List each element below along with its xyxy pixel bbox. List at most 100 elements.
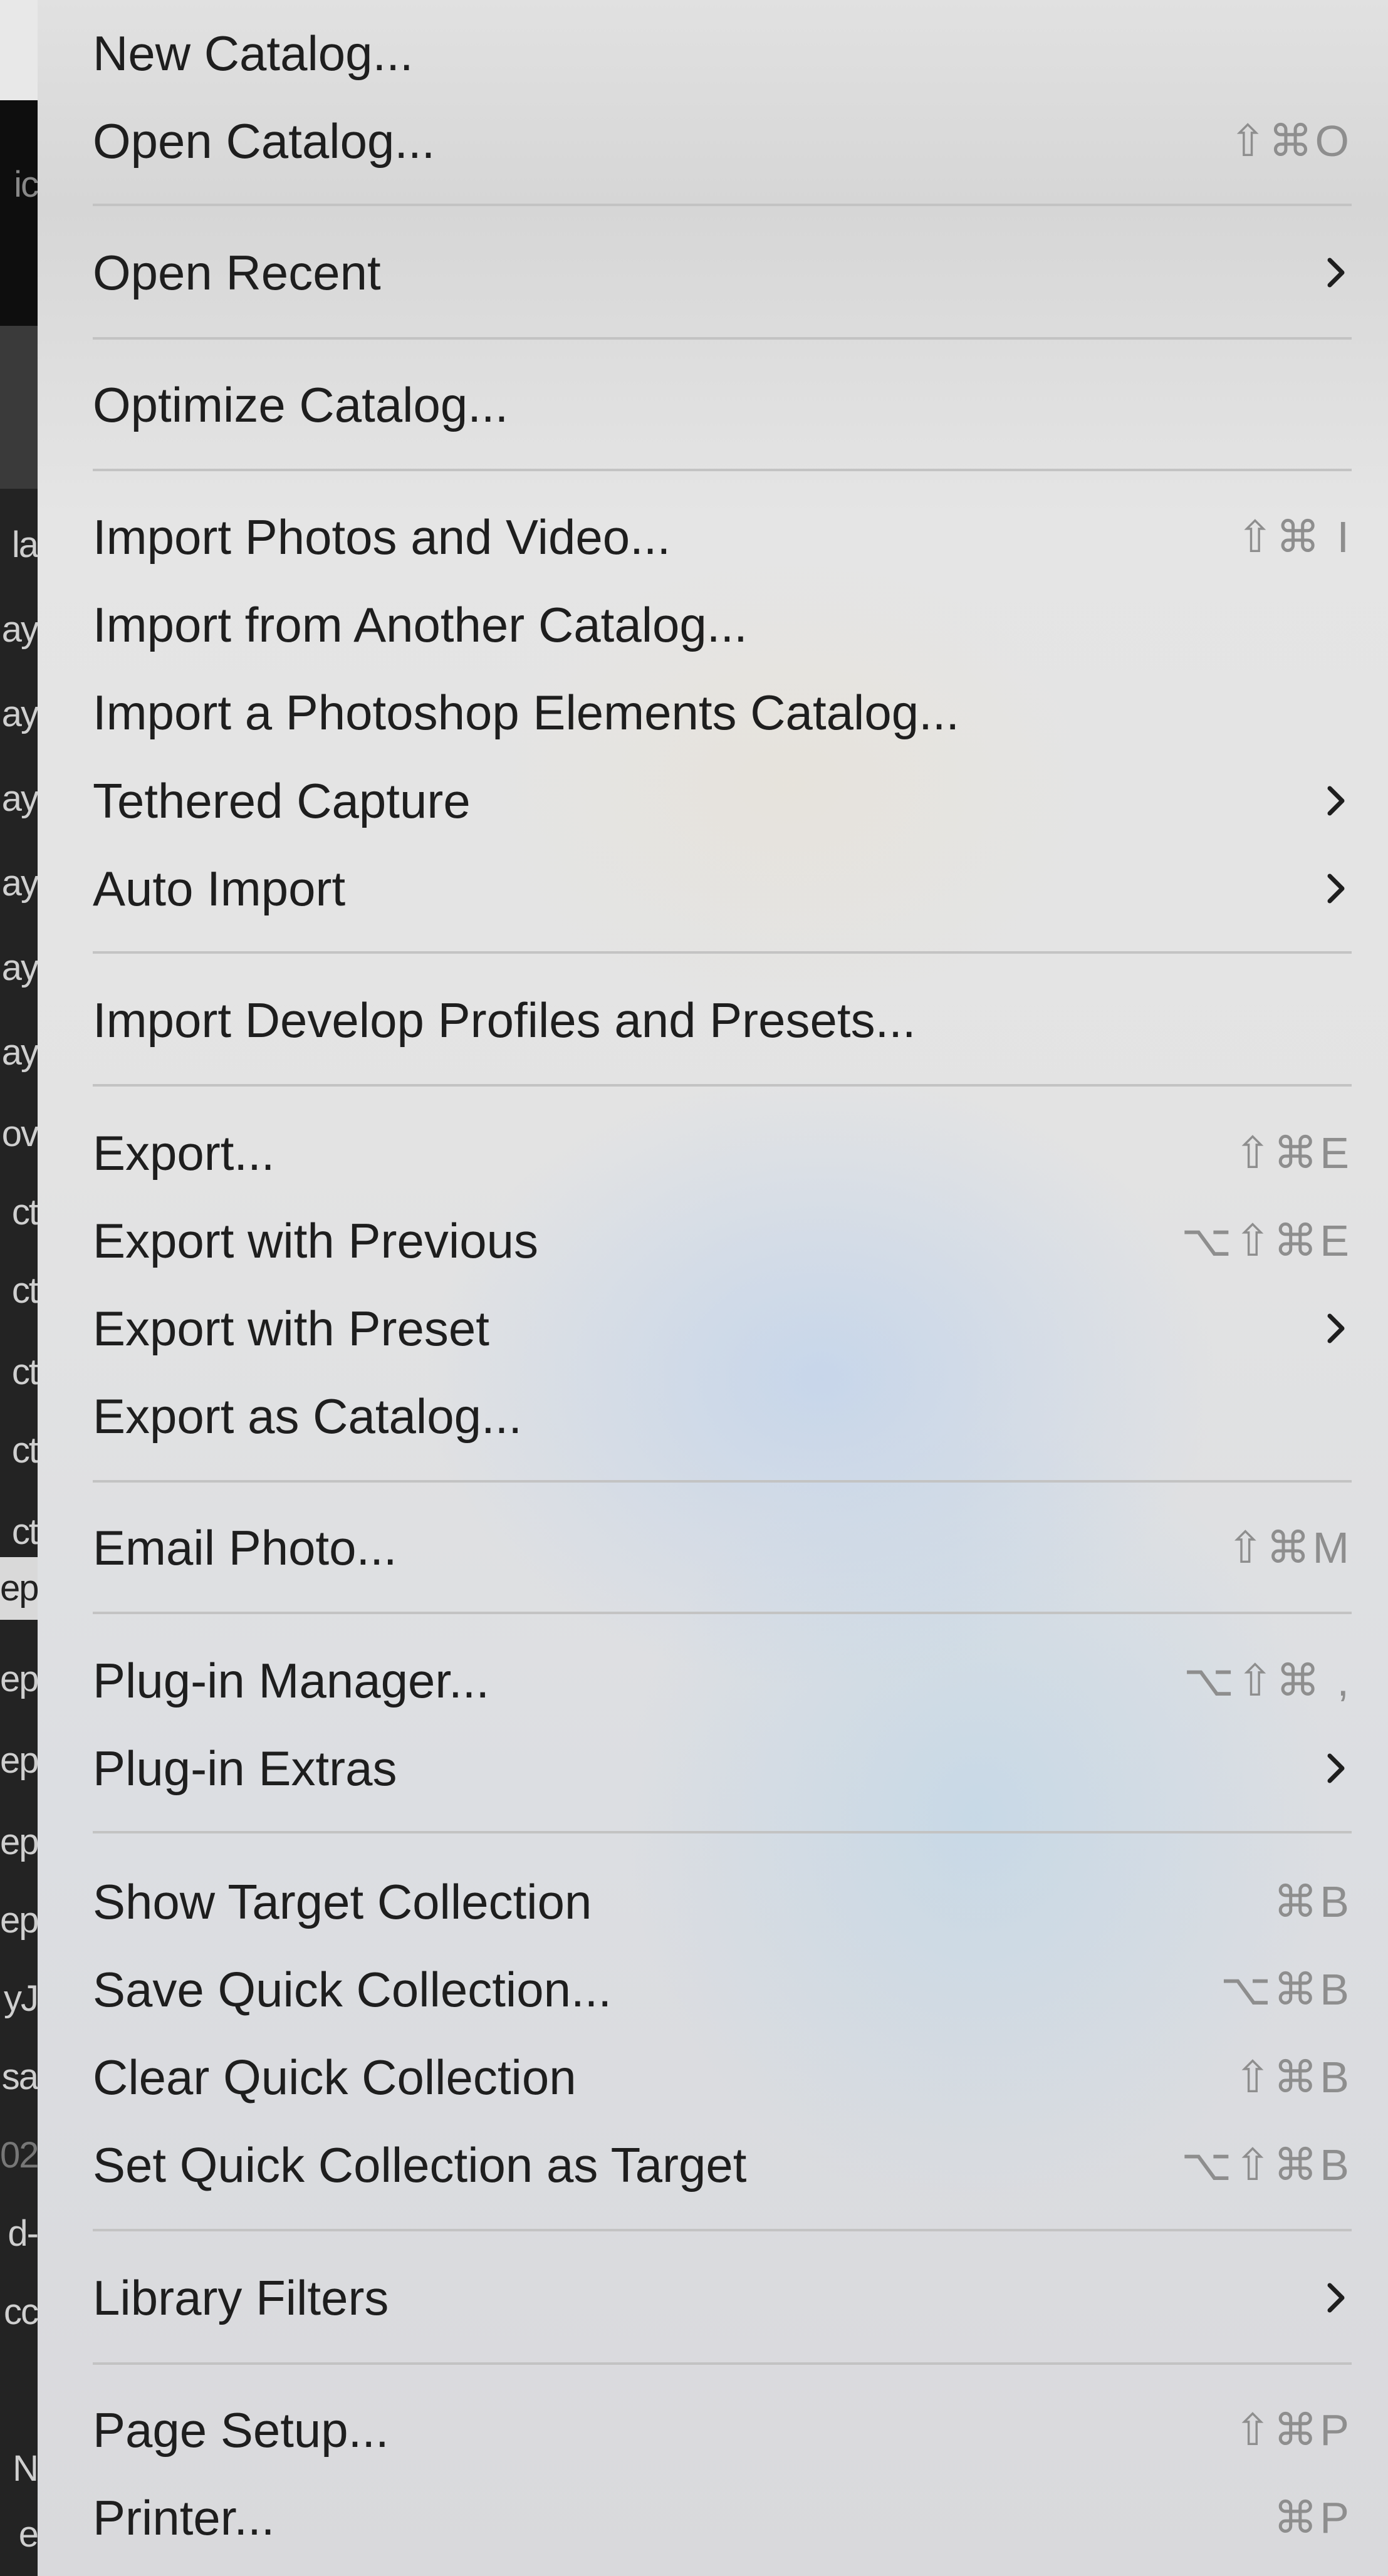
menu-separator [93, 337, 1352, 340]
background-text-fragment: ct [11, 1192, 38, 1233]
background-text-fragment: d- [8, 2213, 38, 2254]
keyboard-shortcut: ⌘P [1273, 2493, 1352, 2542]
menu-item-label: Plug-in Extras [93, 1741, 397, 1796]
menu-separator [93, 1480, 1352, 1483]
background-text-fragment: ct [11, 1511, 38, 1552]
menu-separator [93, 1084, 1352, 1087]
menu-item-open-recent[interactable]: Open Recent [93, 235, 1352, 310]
background-text-fragment: ct [11, 1430, 38, 1471]
keyboard-shortcut: ⇧⌘O [1229, 117, 1352, 165]
background-text-fragment: ay [1, 694, 38, 734]
chevron-right-icon [1310, 1291, 1348, 1366]
menu-item-label: Import Develop Profiles and Presets... [93, 993, 916, 1048]
menu-separator [93, 2362, 1352, 2365]
menu-item-open-catalog[interactable]: Open Catalog... ⇧⌘O [93, 103, 1352, 179]
menu-item-label: Show Target Collection [93, 1874, 592, 1929]
menu-item-export-as-catalog[interactable]: Export as Catalog... [93, 1379, 1352, 1454]
background-text-fragment: sa [1, 2057, 38, 2097]
menu-item-label: Set Quick Collection as Target [93, 2137, 747, 2193]
menu-item-page-setup[interactable]: Page Setup... ⇧⌘P [93, 2392, 1352, 2468]
menu-item-label: Export as Catalog... [93, 1389, 523, 1444]
background-text-fragment: 02 [0, 2135, 38, 2176]
chevron-right-icon [1310, 235, 1348, 310]
menu-item-auto-import[interactable]: Auto Import [93, 851, 1352, 926]
menu-item-plug-in-manager[interactable]: Plug-in Manager... ⌥⇧⌘ , [93, 1643, 1352, 1718]
menu-item-plug-in-extras[interactable]: Plug-in Extras [93, 1731, 1352, 1806]
menu-item-email-photo[interactable]: Email Photo... ⇧⌘M [93, 1510, 1352, 1585]
background-text-fragment: ct [11, 1270, 38, 1311]
background-text-fragment: yJ [4, 1978, 38, 2019]
background-text-fragment: cc [4, 2292, 38, 2332]
background-text-fragment: ep [0, 1822, 38, 1862]
menu-item-label: Plug-in Manager... [93, 1653, 490, 1708]
menu-separator [93, 469, 1352, 471]
background-text-fragment: ay [1, 609, 38, 650]
background-text-fragment: e [18, 2514, 38, 2555]
menu-separator [93, 204, 1352, 206]
menu-item-label: Import Photos and Video... [93, 509, 671, 565]
menu-item-label: Email Photo... [93, 1520, 397, 1575]
keyboard-shortcut: ⌥⇧⌘ , [1183, 1656, 1352, 1705]
keyboard-shortcut: ⇧⌘P [1234, 2406, 1352, 2454]
menu-separator [93, 1831, 1352, 1833]
chevron-right-icon [1310, 2260, 1348, 2335]
menu-item-import-photoshop-elements-catalog[interactable]: Import a Photoshop Elements Catalog... [93, 675, 1352, 750]
menu-item-import-photos-and-video[interactable]: Import Photos and Video... ⇧⌘ I [93, 499, 1352, 575]
background-text-fragment: ep [0, 1659, 38, 1699]
menu-item-import-from-another-catalog[interactable]: Import from Another Catalog... [93, 587, 1352, 662]
menu-item-export-with-preset[interactable]: Export with Preset [93, 1291, 1352, 1366]
background-text-fragment: ov [1, 1113, 38, 1154]
background-text-fragment: ay [1, 863, 38, 904]
menu-item-export-with-previous[interactable]: Export with Previous ⌥⇧⌘E [93, 1203, 1352, 1278]
menu-item-library-filters[interactable]: Library Filters [93, 2260, 1352, 2335]
chevron-right-icon [1310, 763, 1348, 838]
menu-item-label: Optimize Catalog... [93, 377, 509, 432]
menu-item-label: Export... [93, 1125, 275, 1181]
keyboard-shortcut: ⇧⌘ I [1236, 513, 1352, 561]
menu-separator [93, 1612, 1352, 1614]
menu-item-label: Import from Another Catalog... [93, 597, 748, 652]
menu-item-set-quick-collection-as-target[interactable]: Set Quick Collection as Target ⌥⇧⌘B [93, 2127, 1352, 2203]
menu-item-label: Auto Import [93, 861, 346, 916]
menu-item-label: Export with Preset [93, 1301, 489, 1356]
menu-item-printer[interactable]: Printer... ⌘P [93, 2480, 1352, 2555]
menu-item-tethered-capture[interactable]: Tethered Capture [93, 763, 1352, 838]
menu-item-label: Save Quick Collection... [93, 1962, 612, 2017]
chevron-right-icon [1310, 1731, 1348, 1806]
menu-item-label: Open Catalog... [93, 113, 436, 169]
keyboard-shortcut: ⇧⌘M [1227, 1523, 1352, 1572]
background-app-panel: ic la ay ay ay ay ay ay ov ct ct ct ct c… [0, 0, 38, 2576]
menu-item-label: Printer... [93, 2490, 275, 2545]
background-top-area [0, 0, 38, 100]
background-text-fragment: ic [14, 164, 38, 205]
menu-item-optimize-catalog[interactable]: Optimize Catalog... [93, 367, 1352, 442]
menu-separator [93, 951, 1352, 954]
menu-item-new-catalog[interactable]: New Catalog... [93, 16, 1352, 91]
background-text-fragment: ep [0, 1740, 38, 1781]
background-text-fragment: ct [11, 1352, 38, 1392]
menu-item-label: Page Setup... [93, 2402, 389, 2458]
menu-item-export[interactable]: Export... ⇧⌘E [93, 1115, 1352, 1191]
menu-item-save-quick-collection[interactable]: Save Quick Collection... ⌥⌘B [93, 1952, 1352, 2027]
background-text-fragment: la [11, 524, 38, 565]
background-text-fragment: N [13, 2448, 38, 2489]
chevron-right-icon [1310, 851, 1348, 926]
menu-item-show-target-collection[interactable]: Show Target Collection ⌘B [93, 1864, 1352, 1939]
background-mid-area [0, 326, 38, 489]
menu-separator [93, 2229, 1352, 2231]
menu-item-label: Tethered Capture [93, 773, 471, 828]
keyboard-shortcut: ⌥⇧⌘B [1181, 2141, 1352, 2189]
menu-item-clear-quick-collection[interactable]: Clear Quick Collection ⇧⌘B [93, 2040, 1352, 2115]
keyboard-shortcut: ⇧⌘B [1234, 2053, 1352, 2102]
background-text-fragment: ay [1, 778, 38, 819]
menu-item-label: Import a Photoshop Elements Catalog... [93, 685, 960, 740]
keyboard-shortcut: ⌘B [1273, 1877, 1352, 1926]
background-text-fragment: ay [1, 947, 38, 988]
keyboard-shortcut: ⌥⌘B [1220, 1965, 1352, 2014]
background-text-fragment: ep [0, 1900, 38, 1941]
background-text-fragment: ay [1, 1032, 38, 1073]
background-text-fragment: ep [0, 1557, 38, 1620]
file-menu-dropdown: New Catalog... Open Catalog... ⇧⌘O Open … [38, 0, 1388, 2576]
menu-item-import-develop-profiles-and-presets[interactable]: Import Develop Profiles and Presets... [93, 983, 1352, 1058]
keyboard-shortcut: ⇧⌘E [1234, 1129, 1352, 1177]
